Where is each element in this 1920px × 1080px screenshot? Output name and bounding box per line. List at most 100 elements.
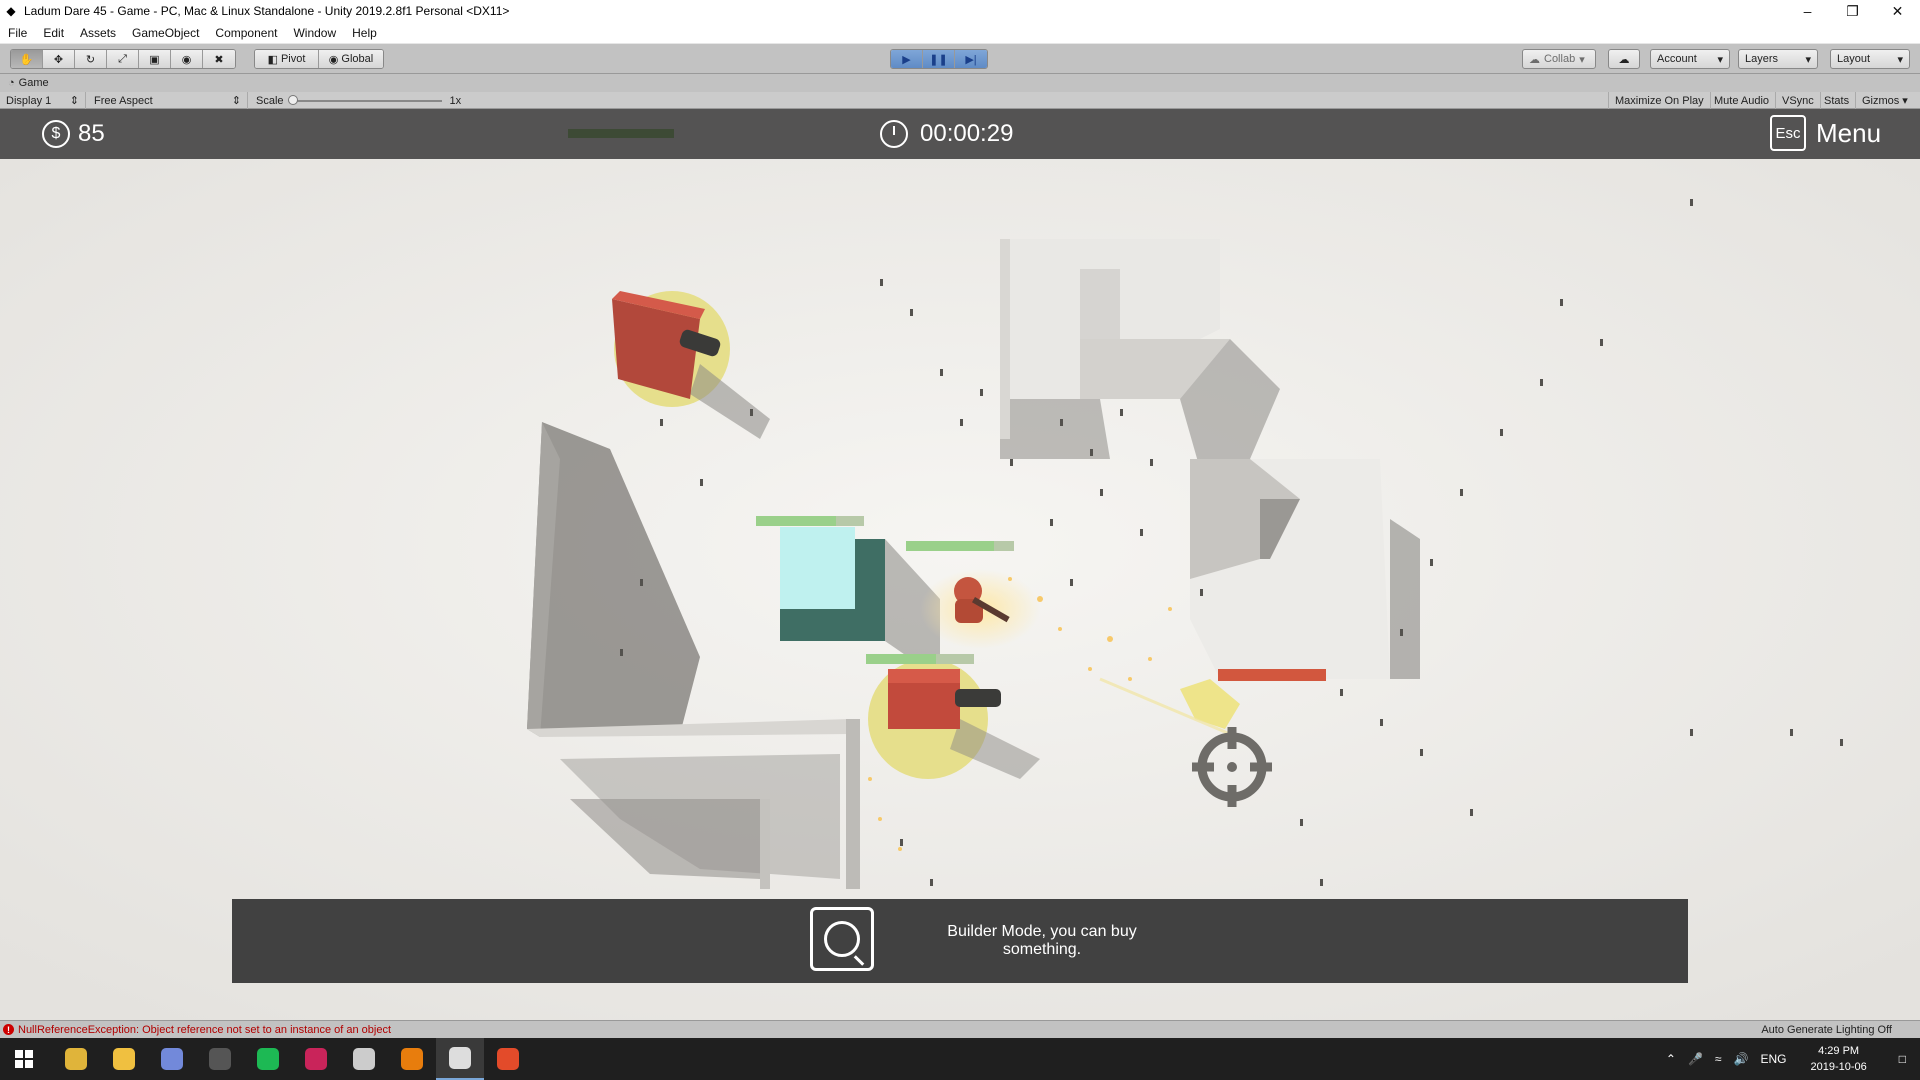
q-key-icon xyxy=(810,907,874,971)
hud-health-bar xyxy=(568,129,674,138)
taskbar-app-blender[interactable] xyxy=(388,1038,436,1080)
notification-icon[interactable]: □ xyxy=(1885,1052,1920,1066)
taskbar-app-obs[interactable] xyxy=(196,1038,244,1080)
pivot-button[interactable]: ◧ Pivot xyxy=(255,50,319,68)
close-button[interactable]: ✕ xyxy=(1875,0,1920,22)
menu-assets[interactable]: Assets xyxy=(72,26,124,40)
rect-tool-icon[interactable]: ▣ xyxy=(139,50,171,68)
transform-tools: ✋ ✥ ↻ ⤢ ▣ ◉ ✖ xyxy=(10,49,236,69)
toolbar: ✋ ✥ ↻ ⤢ ▣ ◉ ✖ ◧ Pivot ◉ Global ▶ ❚❚ ▶| ☁… xyxy=(0,44,1920,74)
vsync-label: VSync xyxy=(1782,94,1814,107)
move-tool-icon[interactable]: ✥ xyxy=(43,50,75,68)
game-view-toolbar: Display 1 ⇕ Free Aspect ⇕ Scale 1x Maximiz… xyxy=(0,92,1920,109)
windows-taskbar: ⌃ 🎤 ≈ 🔊 ENG 4:29 PM 2019-10-06 □ xyxy=(0,1038,1920,1080)
play-controls: ▶ ❚❚ ▶| xyxy=(890,49,988,69)
volume-icon[interactable]: 🔊 xyxy=(1728,1052,1755,1066)
layers-dropdown[interactable]: Layers ▾ xyxy=(1738,49,1818,69)
game-tab[interactable]: ◔ Game xyxy=(0,74,1920,92)
hand-tool-icon[interactable]: ✋ xyxy=(11,50,43,68)
cloud-icon: ☁ xyxy=(1618,53,1630,66)
microphone-icon[interactable]: 🎤 xyxy=(1682,1052,1709,1066)
scale-label: Scale xyxy=(256,94,284,107)
play-icon[interactable]: ▶ xyxy=(891,50,923,68)
cloud-services-button[interactable]: ☁ xyxy=(1608,49,1640,69)
money-value: 85 xyxy=(78,120,105,147)
crosshair-center xyxy=(1227,762,1237,772)
display-label: Display 1 xyxy=(6,94,52,107)
step-icon[interactable]: ▶| xyxy=(955,50,987,68)
scale-slider-thumb[interactable] xyxy=(287,94,298,105)
display-dropdown[interactable]: Display 1 ⇕ xyxy=(0,92,86,109)
chevron-down-icon: ▾ xyxy=(1805,53,1811,66)
menu-help[interactable]: Help xyxy=(344,26,385,40)
chevron-down-icon: ▾ xyxy=(1579,53,1585,66)
unity-hub-icon xyxy=(353,1048,375,1070)
pivot-toggles: ◧ Pivot ◉ Global xyxy=(254,49,384,69)
timer-value: 00:00:29 xyxy=(920,120,1014,147)
menu-button[interactable]: Esc Menu xyxy=(1770,115,1881,151)
wifi-icon[interactable]: ≈ xyxy=(1709,1052,1728,1066)
stats-label: Stats xyxy=(1824,94,1850,107)
scale-slider[interactable] xyxy=(287,94,442,105)
pause-icon[interactable]: ❚❚ xyxy=(923,50,955,68)
updown-icon: ⇕ xyxy=(69,95,79,107)
mute-audio-toggle[interactable]: Mute Audio xyxy=(1708,92,1777,109)
error-icon: ! xyxy=(3,1024,14,1035)
taskbar-clock[interactable]: 4:29 PM 2019-10-06 xyxy=(1792,1043,1884,1075)
esc-key-icon: Esc xyxy=(1770,115,1806,151)
obs-icon xyxy=(209,1048,231,1070)
rider-icon xyxy=(305,1048,327,1070)
clock-date: 2019-10-06 xyxy=(1810,1061,1867,1073)
chevron-down-icon: ▾ xyxy=(1717,53,1723,66)
clock-icon xyxy=(880,120,908,148)
menu-component[interactable]: Component xyxy=(207,26,285,40)
minimize-button[interactable]: – xyxy=(1785,0,1830,22)
discord-icon xyxy=(161,1048,183,1070)
account-dropdown[interactable]: Account ▾ xyxy=(1650,49,1730,69)
global-label: Global xyxy=(341,53,374,65)
taskbar-app-unity-hub[interactable] xyxy=(340,1038,388,1080)
chevron-up-icon[interactable]: ⌃ xyxy=(1660,1052,1682,1066)
windows-start-icon[interactable] xyxy=(0,1038,48,1080)
layers-label: Layers xyxy=(1745,53,1779,65)
taskbar-app-unity[interactable] xyxy=(436,1038,484,1080)
taskbar-app-rider[interactable] xyxy=(292,1038,340,1080)
custom-tool-icon[interactable]: ✖ xyxy=(203,50,235,68)
game-scene[interactable] xyxy=(0,159,1920,1020)
taskbar-app-chrome[interactable] xyxy=(52,1038,100,1080)
status-bar[interactable]: ! NullReferenceException: Object referen… xyxy=(0,1020,1920,1038)
language-indicator[interactable]: ENG xyxy=(1754,1052,1792,1066)
restore-button[interactable]: ❐ xyxy=(1830,0,1875,22)
error-message[interactable]: ! NullReferenceException: Object referen… xyxy=(0,1024,391,1036)
menu-gameobject[interactable]: GameObject xyxy=(124,26,207,40)
vsync-toggle[interactable]: VSync xyxy=(1776,92,1821,109)
gizmos-dropdown[interactable]: Gizmos ▾ xyxy=(1856,92,1920,109)
menu-window[interactable]: Window xyxy=(285,26,344,40)
taskbar-app-spotify[interactable] xyxy=(244,1038,292,1080)
scale-tool-icon[interactable]: ⤢ xyxy=(107,50,139,68)
cloud-upload-icon: ☁ xyxy=(1529,53,1540,66)
game-tab-icon: ◔ xyxy=(8,77,15,89)
menu-edit[interactable]: Edit xyxy=(35,26,72,40)
layout-dropdown[interactable]: Layout ▾ xyxy=(1830,49,1910,69)
clock-time: 4:29 PM xyxy=(1818,1045,1860,1057)
global-button[interactable]: ◉ Global xyxy=(319,50,383,68)
collab-button[interactable]: ☁ Collab ▾ xyxy=(1522,49,1596,69)
menu-file[interactable]: File xyxy=(0,26,35,40)
taskbar-app-discord[interactable] xyxy=(148,1038,196,1080)
pivot-label: Pivot xyxy=(280,53,306,65)
window-title-bar: ◆ Ladum Dare 45 - Game - PC, Mac & Linux… xyxy=(0,0,1920,22)
rotate-tool-icon[interactable]: ↻ xyxy=(75,50,107,68)
stats-toggle[interactable]: Stats xyxy=(1818,92,1857,109)
enemy-health-bar xyxy=(906,541,1014,551)
player-character xyxy=(920,569,1040,649)
window-title: Ladum Dare 45 - Game - PC, Mac & Linux S… xyxy=(24,4,510,18)
taskbar-app-app[interactable] xyxy=(484,1038,532,1080)
scale-value: 1x xyxy=(449,94,462,107)
maximize-on-play-toggle[interactable]: Maximize On Play xyxy=(1608,92,1711,109)
aspect-dropdown[interactable]: Free Aspect ⇕ xyxy=(88,92,248,109)
game-viewport[interactable]: $ 85 00:00:29 Esc Menu Builder Mode, you… xyxy=(0,109,1920,1020)
taskbar-app-file-explorer[interactable] xyxy=(100,1038,148,1080)
transform-tool-icon[interactable]: ◉ xyxy=(171,50,203,68)
blender-icon xyxy=(401,1048,423,1070)
